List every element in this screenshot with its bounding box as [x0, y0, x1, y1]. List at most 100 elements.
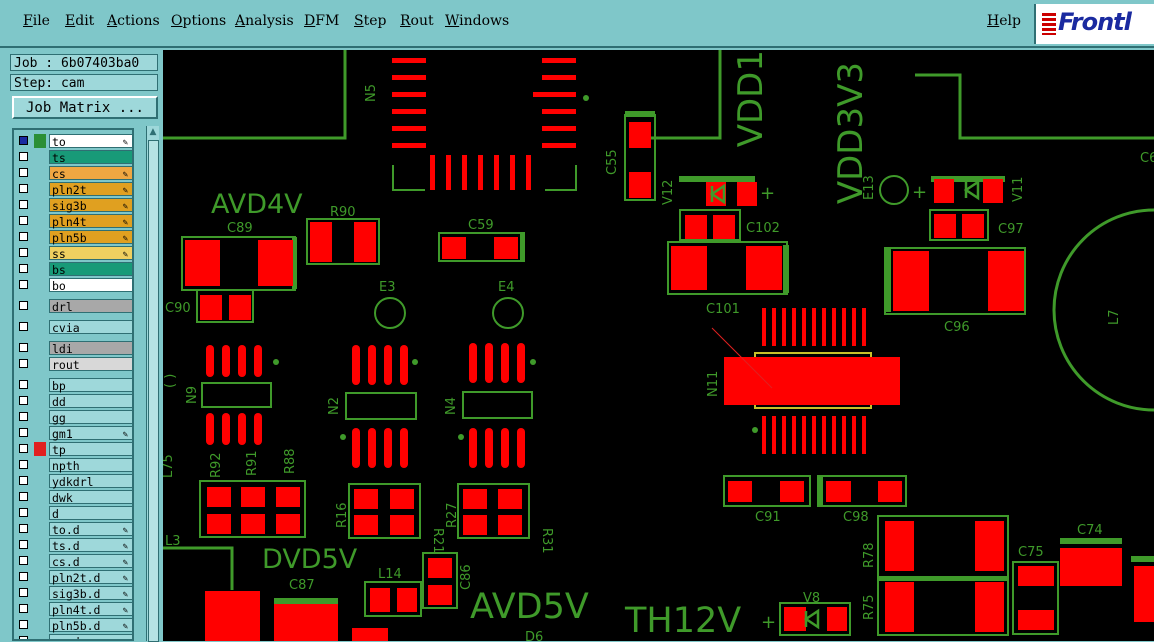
layer-name[interactable]: bs	[49, 262, 132, 277]
layer-name[interactable]: ldi	[49, 341, 132, 356]
layer-list-scrollbar[interactable]: ▲	[146, 126, 159, 642]
layer-row-pln5b[interactable]: pln5b ✎	[16, 230, 132, 245]
layer-row-cs[interactable]: cs ✎	[16, 166, 132, 181]
layer-name[interactable]: ts.d ✎	[49, 538, 132, 553]
layer-color-swatch[interactable]	[34, 410, 46, 424]
layer-row-bp[interactable]: bp	[16, 378, 132, 393]
layer-color-swatch[interactable]	[34, 570, 46, 584]
layer-row-ss-d[interactable]: ss.d ✎	[16, 634, 132, 639]
layer-name[interactable]: dwk	[49, 490, 132, 505]
layer-checkbox[interactable]	[19, 301, 28, 310]
layer-checkbox[interactable]	[19, 412, 28, 421]
layer-checkbox[interactable]	[19, 460, 28, 469]
layer-row-pln4t[interactable]: pln4t ✎	[16, 214, 132, 229]
layer-row-pln2t-d[interactable]: pln2t.d ✎	[16, 570, 132, 585]
layer-row-d[interactable]: d	[16, 506, 132, 521]
layer-color-swatch[interactable]	[34, 182, 46, 196]
layer-checkbox[interactable]	[19, 280, 28, 289]
layer-color-swatch[interactable]	[34, 458, 46, 472]
layer-checkbox[interactable]	[19, 540, 28, 549]
layer-row-drl[interactable]: drl	[16, 299, 132, 314]
layer-checkbox[interactable]	[19, 636, 28, 639]
layer-name[interactable]: cs.d ✎	[49, 554, 132, 569]
layer-row-cs-d[interactable]: cs.d ✎	[16, 554, 132, 569]
layer-checkbox[interactable]	[19, 492, 28, 501]
layer-name[interactable]: ss.d ✎	[49, 634, 132, 639]
layer-name[interactable]: tp	[49, 442, 132, 457]
layer-checkbox[interactable]	[19, 508, 28, 517]
layer-row-to-d[interactable]: to.d ✎	[16, 522, 132, 537]
layer-checkbox[interactable]	[19, 168, 28, 177]
layer-color-swatch[interactable]	[34, 474, 46, 488]
menu-analysis[interactable]: Analysis	[235, 13, 294, 29]
layer-color-swatch[interactable]	[34, 586, 46, 600]
layer-name[interactable]: bo	[49, 278, 132, 293]
layer-row-ldi[interactable]: ldi	[16, 341, 132, 356]
layer-checkbox[interactable]	[19, 152, 28, 161]
layer-color-swatch[interactable]	[34, 198, 46, 212]
layer-checkbox[interactable]	[19, 184, 28, 193]
layer-row-cvia[interactable]: cvia	[16, 320, 132, 335]
layer-name[interactable]: rout	[49, 357, 132, 372]
layer-checkbox[interactable]	[19, 444, 28, 453]
layer-name[interactable]: gg	[49, 410, 132, 425]
layer-row-rout[interactable]: rout	[16, 357, 132, 372]
layer-color-swatch[interactable]	[34, 262, 46, 276]
layer-color-swatch[interactable]	[34, 357, 46, 371]
layer-row-sig3b-d[interactable]: sig3b.d ✎	[16, 586, 132, 601]
layer-color-swatch[interactable]	[34, 166, 46, 180]
layer-checkbox[interactable]	[19, 216, 28, 225]
layer-row-gg[interactable]: gg	[16, 410, 132, 425]
scrollbar-thumb[interactable]	[148, 140, 159, 642]
layer-color-swatch[interactable]	[34, 134, 46, 148]
layer-row-ts[interactable]: ts	[16, 150, 132, 165]
layer-row-bs[interactable]: bs	[16, 262, 132, 277]
layer-row-pln4t-d[interactable]: pln4t.d ✎	[16, 602, 132, 617]
layer-checkbox[interactable]	[19, 524, 28, 533]
layer-color-swatch[interactable]	[34, 538, 46, 552]
menu-windows[interactable]: Windows	[445, 13, 509, 29]
layer-name[interactable]: to ✎	[49, 134, 132, 149]
help-menu[interactable]: Help	[987, 13, 1021, 29]
layer-checkbox[interactable]	[19, 343, 28, 352]
layer-name[interactable]: npth	[49, 458, 132, 473]
layer-checkbox[interactable]	[19, 588, 28, 597]
layer-checkbox[interactable]	[19, 359, 28, 368]
layer-row-to[interactable]: to ✎	[16, 134, 132, 149]
layer-name[interactable]: sig3b ✎	[49, 198, 132, 213]
layer-name[interactable]: pln2t ✎	[49, 182, 132, 197]
layer-name[interactable]: ss ✎	[49, 246, 132, 261]
layer-color-swatch[interactable]	[34, 634, 46, 639]
layer-checkbox[interactable]	[19, 232, 28, 241]
layer-name[interactable]: cvia	[49, 320, 132, 335]
layer-row-tp[interactable]: tp	[16, 442, 132, 457]
layer-checkbox[interactable]	[19, 396, 28, 405]
menu-edit[interactable]: Edit	[65, 13, 94, 29]
layer-row-ts-d[interactable]: ts.d ✎	[16, 538, 132, 553]
layer-color-swatch[interactable]	[34, 341, 46, 355]
layer-name[interactable]: ts	[49, 150, 132, 165]
job-matrix-button[interactable]: Job Matrix ...	[12, 96, 158, 119]
menu-options[interactable]: Options	[171, 13, 226, 29]
layer-checkbox[interactable]	[19, 248, 28, 257]
layer-row-ydkdrl[interactable]: ydkdrl	[16, 474, 132, 489]
layer-checkbox[interactable]	[19, 476, 28, 485]
layer-color-swatch[interactable]	[34, 442, 46, 456]
layer-color-swatch[interactable]	[34, 278, 46, 292]
layer-checkbox[interactable]	[19, 322, 28, 331]
layer-checkbox[interactable]	[19, 428, 28, 437]
layer-color-swatch[interactable]	[34, 214, 46, 228]
layer-checkbox[interactable]	[19, 556, 28, 565]
layer-color-swatch[interactable]	[34, 490, 46, 504]
layer-name[interactable]: dd	[49, 394, 132, 409]
menu-file[interactable]: File	[23, 13, 50, 29]
layer-color-swatch[interactable]	[34, 602, 46, 616]
layer-name[interactable]: pln4t ✎	[49, 214, 132, 229]
layer-checkbox[interactable]	[19, 620, 28, 629]
layer-row-npth[interactable]: npth	[16, 458, 132, 473]
layer-color-swatch[interactable]	[34, 378, 46, 392]
layer-color-swatch[interactable]	[34, 320, 46, 334]
layer-name[interactable]: d	[49, 506, 132, 521]
layer-name[interactable]: ydkdrl	[49, 474, 132, 489]
layer-checkbox[interactable]	[19, 200, 28, 209]
